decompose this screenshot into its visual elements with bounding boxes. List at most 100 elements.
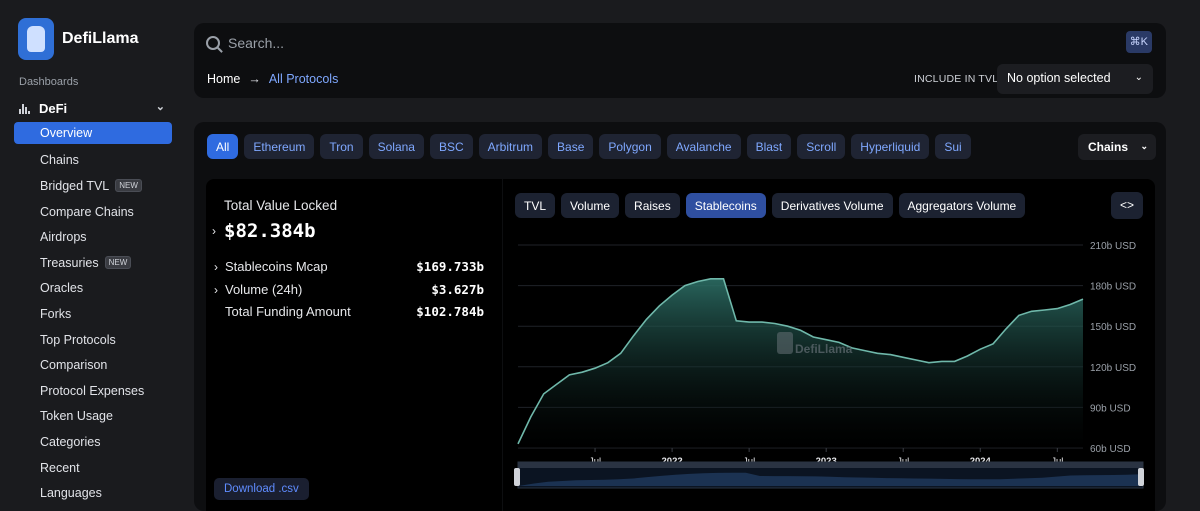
download-csv-button[interactable]: Download .csv	[214, 478, 309, 500]
y-tick-label: 150b USD	[1090, 322, 1136, 333]
search-icon	[206, 36, 220, 50]
sidebar-item-compare-chains[interactable]: Compare Chains	[14, 199, 172, 225]
main-panel: All Ethereum Tron Solana BSC Arbitrum Ba…	[194, 122, 1166, 511]
y-tick-label: 120b USD	[1090, 363, 1136, 374]
sidebar-item-label: Treasuries	[40, 255, 99, 270]
sidebar-nav: Overview Chains Bridged TVL NEW Compare C…	[14, 122, 172, 506]
chain-tabs: All Ethereum Tron Solana BSC Arbitrum Ba…	[207, 134, 971, 159]
metric-tab-derivatives-volume[interactable]: Derivatives Volume	[771, 193, 893, 218]
chain-tab-ethereum[interactable]: Ethereum	[244, 134, 315, 159]
sidebar-item-label: Overview	[40, 126, 93, 140]
tvl-filter-select[interactable]: No option selected ⌄	[997, 64, 1153, 94]
stat-row-stablecoins-mcap[interactable]: › Stablecoins Mcap $169.733b	[214, 259, 484, 274]
sidebar-item-languages[interactable]: Languages	[14, 480, 172, 506]
sidebar-item-label: Oracles	[40, 281, 84, 296]
code-icon: <>	[1119, 198, 1134, 212]
sidebar-item-label: Top Protocols	[40, 332, 116, 347]
stablecoins-chart[interactable]: 210b USD 180b USD 150b USD 120b USD 90b USD 6…	[503, 234, 1155, 511]
metric-tabs: TVL Volume Raises Stablecoins Derivative…	[515, 193, 1026, 218]
sidebar-item-label: Compare Chains	[40, 204, 134, 219]
sidebar-item-treasuries[interactable]: Treasuries NEW	[14, 250, 172, 276]
new-badge: NEW	[115, 179, 142, 193]
chain-tab-blast[interactable]: Blast	[746, 134, 792, 159]
tvl-value: $82.384b	[224, 220, 316, 242]
y-tick-label: 180b USD	[1090, 282, 1136, 293]
tvl-label: Total Value Locked	[224, 198, 338, 213]
keyboard-shortcut-badge: ⌘K	[1125, 31, 1152, 53]
breadcrumb-home[interactable]: Home	[207, 72, 240, 86]
range-handle-right[interactable]	[1138, 468, 1144, 486]
logo[interactable]: DefiLlama	[18, 18, 138, 60]
stat-label: Stablecoins Mcap	[225, 259, 328, 274]
sidebar-item-label: Airdrops	[40, 230, 87, 245]
sidebar-item-label: Categories	[40, 434, 101, 449]
chevron-right-icon: ›	[214, 259, 218, 274]
metric-tab-aggregators-volume[interactable]: Aggregators Volume	[898, 193, 1026, 218]
chains-dropdown-label: Chains	[1088, 140, 1129, 154]
chain-tab-hyperliquid[interactable]: Hyperliquid	[851, 134, 930, 159]
sidebar: DefiLlama Dashboards DeFi ⌄ Overview Cha…	[0, 0, 180, 511]
tvl-value-row[interactable]: › $82.384b	[212, 220, 316, 242]
watermark-logo-icon	[777, 332, 793, 354]
bar-chart-icon	[19, 102, 31, 114]
sidebar-item-protocol-expenses[interactable]: Protocol Expenses	[14, 378, 172, 404]
range-handle-left[interactable]	[514, 468, 520, 486]
stat-value: $3.627b	[431, 282, 484, 297]
chains-dropdown[interactable]: Chains ⌄	[1078, 134, 1156, 160]
chain-tab-arbitrum[interactable]: Arbitrum	[478, 134, 543, 159]
watermark: DefiLlama	[795, 342, 853, 356]
chain-tab-polygon[interactable]: Polygon	[599, 134, 661, 159]
y-tick-label: 60b USD	[1090, 444, 1131, 455]
y-tick-label: 210b USD	[1090, 241, 1136, 252]
sidebar-item-label: Recent	[40, 460, 80, 475]
chart-card: TVL Volume Raises Stablecoins Derivative…	[503, 179, 1155, 511]
sidebar-item-chains[interactable]: Chains	[14, 148, 172, 174]
sidebar-item-comparison[interactable]: Comparison	[14, 352, 172, 378]
chain-tab-sui[interactable]: Sui	[935, 134, 971, 159]
section-label: Dashboards	[19, 76, 79, 88]
chevron-right-icon: ›	[212, 224, 216, 238]
chain-tab-all[interactable]: All	[207, 134, 239, 159]
sidebar-item-top-protocols[interactable]: Top Protocols	[14, 327, 172, 353]
brand-name: DefiLlama	[62, 30, 139, 47]
breadcrumb-current[interactable]: All Protocols	[269, 72, 338, 86]
search-input[interactable]: Search...	[206, 31, 284, 55]
chain-tab-scroll[interactable]: Scroll	[797, 134, 846, 159]
chevron-down-icon: ⌄	[1140, 141, 1148, 151]
sidebar-item-overview[interactable]: Overview	[14, 122, 172, 144]
stat-row-volume[interactable]: › Volume (24h) $3.627b	[214, 282, 484, 297]
chain-tab-avalanche[interactable]: Avalanche	[666, 134, 741, 159]
sidebar-item-oracles[interactable]: Oracles	[14, 276, 172, 302]
sidebar-item-recent[interactable]: Recent	[14, 455, 172, 481]
stat-row-total-funding: Total Funding Amount $102.784b	[214, 304, 484, 319]
sidebar-item-label: Languages	[40, 486, 102, 501]
sidebar-item-airdrops[interactable]: Airdrops	[14, 224, 172, 250]
chain-tab-base[interactable]: Base	[548, 134, 594, 159]
sidebar-item-label: Bridged TVL	[40, 178, 110, 193]
sidebar-item-label: Chains	[40, 153, 79, 168]
stat-label: Total Funding Amount	[225, 304, 351, 319]
chevron-down-icon: ⌄	[155, 101, 165, 113]
tvl-filter-label: INCLUDE IN TVL:	[914, 73, 1002, 85]
sidebar-group-label: DeFi	[39, 100, 68, 116]
search-panel: Search... ⌘K Home → All Protocols INCLUD…	[194, 23, 1166, 98]
sidebar-item-forks[interactable]: Forks	[14, 301, 172, 327]
metric-tab-stablecoins[interactable]: Stablecoins	[685, 193, 766, 218]
metric-tab-tvl[interactable]: TVL	[515, 193, 556, 218]
stat-value: $102.784b	[416, 304, 484, 319]
sidebar-item-bridged-tvl[interactable]: Bridged TVL NEW	[14, 173, 172, 199]
sidebar-item-token-usage[interactable]: Token Usage	[14, 404, 172, 430]
chain-tab-tron[interactable]: Tron	[320, 134, 363, 159]
range-slider-bar[interactable]	[518, 462, 1143, 468]
chain-tab-bsc[interactable]: BSC	[429, 134, 473, 159]
sidebar-group-defi[interactable]: DeFi ⌄	[19, 98, 169, 118]
metric-tab-volume[interactable]: Volume	[561, 193, 620, 218]
metric-tab-raises[interactable]: Raises	[625, 193, 680, 218]
chain-tab-solana[interactable]: Solana	[368, 134, 424, 159]
sidebar-item-categories[interactable]: Categories	[14, 429, 172, 455]
embed-code-button[interactable]: <>	[1111, 192, 1143, 219]
sidebar-item-label: Forks	[40, 306, 72, 321]
chevron-right-icon: ›	[214, 282, 218, 297]
stats-card: Total Value Locked › $82.384b › Stableco…	[206, 179, 502, 511]
new-badge: NEW	[104, 256, 132, 270]
